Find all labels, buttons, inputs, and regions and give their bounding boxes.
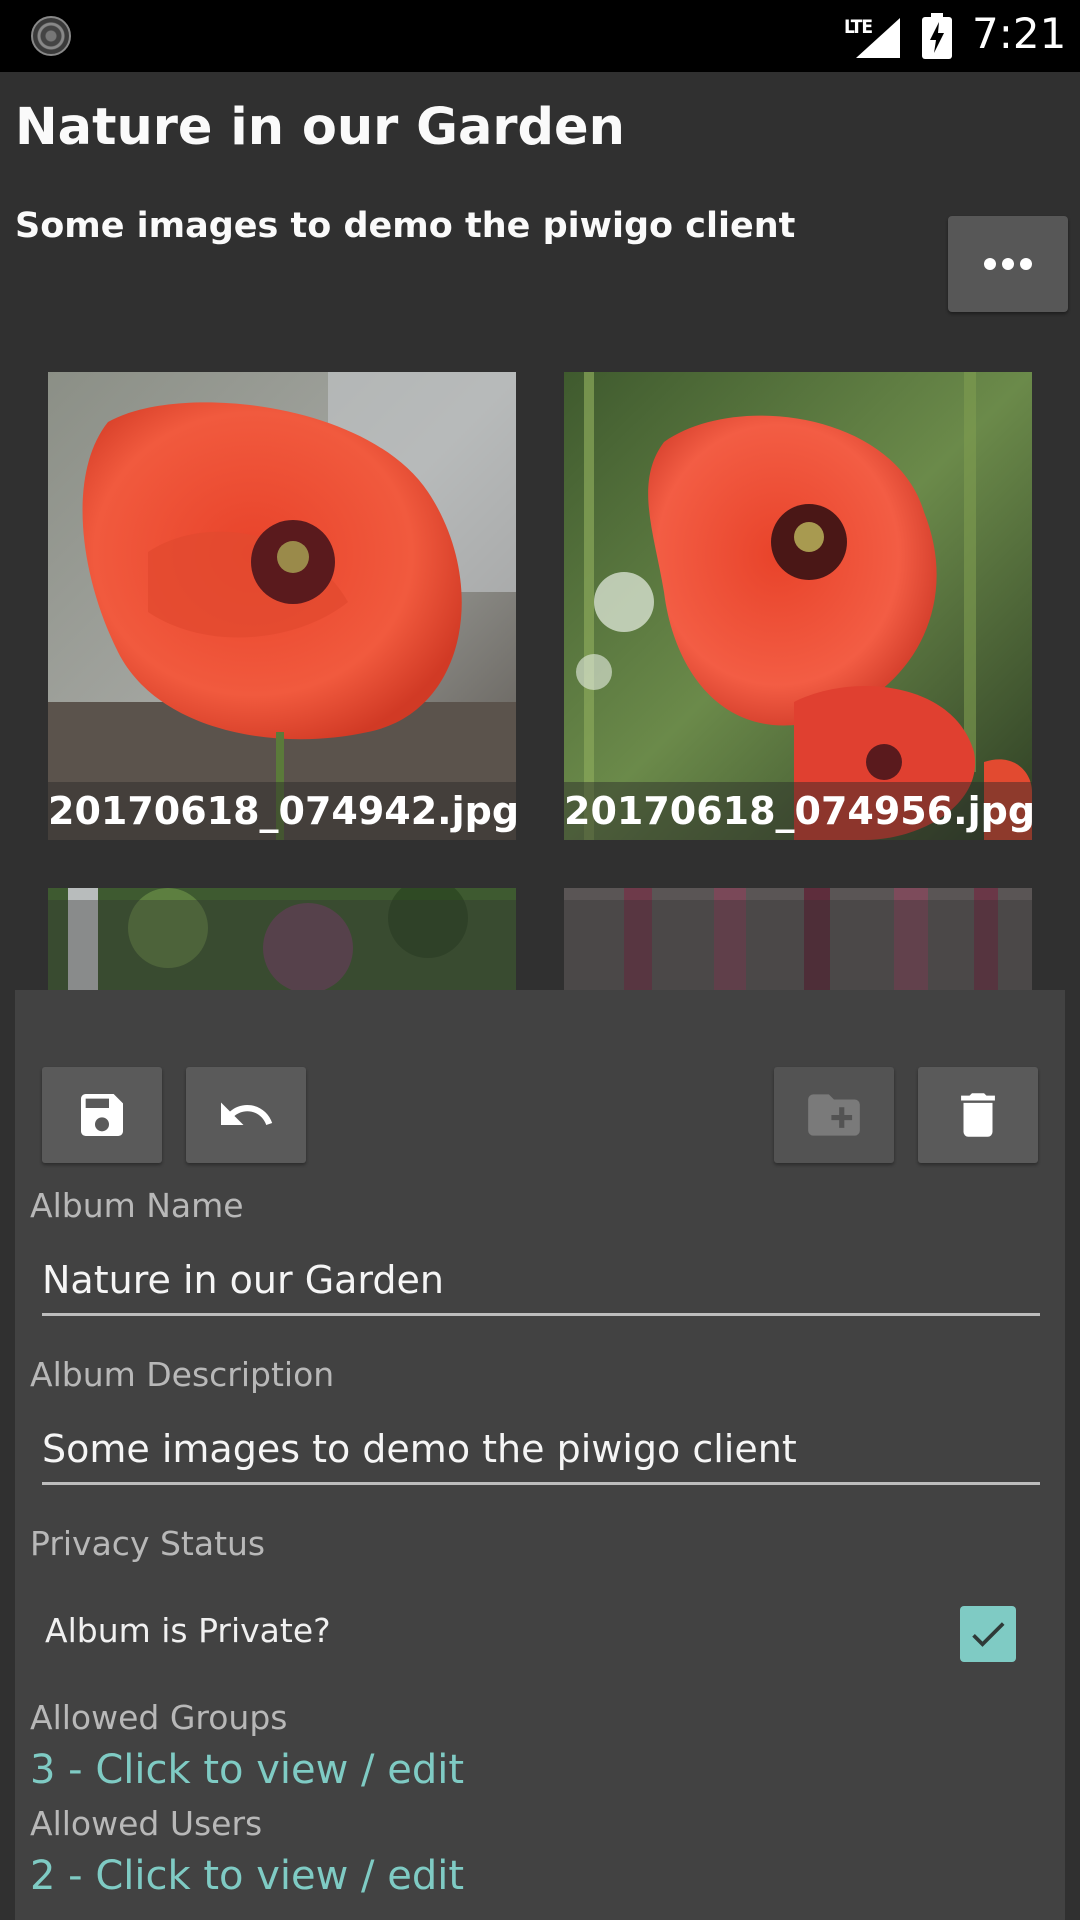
photo-thumbnail bbox=[48, 372, 516, 840]
album-subtitle: Some images to demo the piwigo client bbox=[15, 206, 796, 246]
allowed-groups-label: Allowed Groups bbox=[30, 1698, 288, 1737]
allowed-groups-link[interactable]: 3 - Click to view / edit bbox=[30, 1747, 464, 1793]
status-bar: LTE 7:21 bbox=[0, 0, 1080, 72]
photo-thumbnail bbox=[564, 372, 1032, 840]
gallery-item[interactable]: 20170618_074956.jpg bbox=[564, 372, 1032, 840]
more-horizontal-icon bbox=[984, 258, 1032, 270]
add-subalbum-button[interactable] bbox=[774, 1067, 894, 1163]
battery-charging-icon bbox=[922, 13, 952, 59]
save-icon bbox=[81, 1094, 123, 1136]
album-name-label: Album Name bbox=[30, 1186, 244, 1225]
signal-icon bbox=[856, 18, 900, 58]
album-description-input[interactable] bbox=[42, 1421, 1040, 1485]
undo-icon bbox=[221, 1102, 273, 1125]
private-checkbox[interactable] bbox=[960, 1606, 1016, 1662]
undo-button[interactable] bbox=[186, 1067, 306, 1163]
delete-button[interactable] bbox=[918, 1067, 1038, 1163]
private-checkbox-label: Album is Private? bbox=[45, 1611, 331, 1650]
check-icon bbox=[972, 1622, 1005, 1647]
clock: 7:21 bbox=[972, 9, 1067, 58]
album-description-label: Album Description bbox=[30, 1355, 335, 1394]
privacy-status-label: Privacy Status bbox=[30, 1524, 266, 1563]
create-new-folder-icon bbox=[808, 1094, 860, 1136]
delete-icon bbox=[961, 1093, 995, 1137]
album-name-input[interactable] bbox=[42, 1252, 1040, 1316]
allowed-users-label: Allowed Users bbox=[30, 1804, 263, 1843]
panel-backdrop bbox=[0, 900, 1080, 992]
photo-caption: 20170618_074956.jpg bbox=[564, 782, 1032, 840]
gallery-item[interactable]: 20170618_074942.jpg bbox=[48, 372, 516, 840]
save-button[interactable] bbox=[42, 1067, 162, 1163]
allowed-users-link[interactable]: 2 - Click to view / edit bbox=[30, 1853, 464, 1899]
album-title: Nature in our Garden bbox=[15, 98, 625, 157]
more-options-button[interactable] bbox=[948, 216, 1068, 312]
photo-caption: 20170618_074942.jpg bbox=[48, 782, 516, 840]
app-notification-icon bbox=[31, 16, 71, 56]
album-edit-panel: Album Name Album Description Privacy Sta… bbox=[15, 990, 1065, 1920]
